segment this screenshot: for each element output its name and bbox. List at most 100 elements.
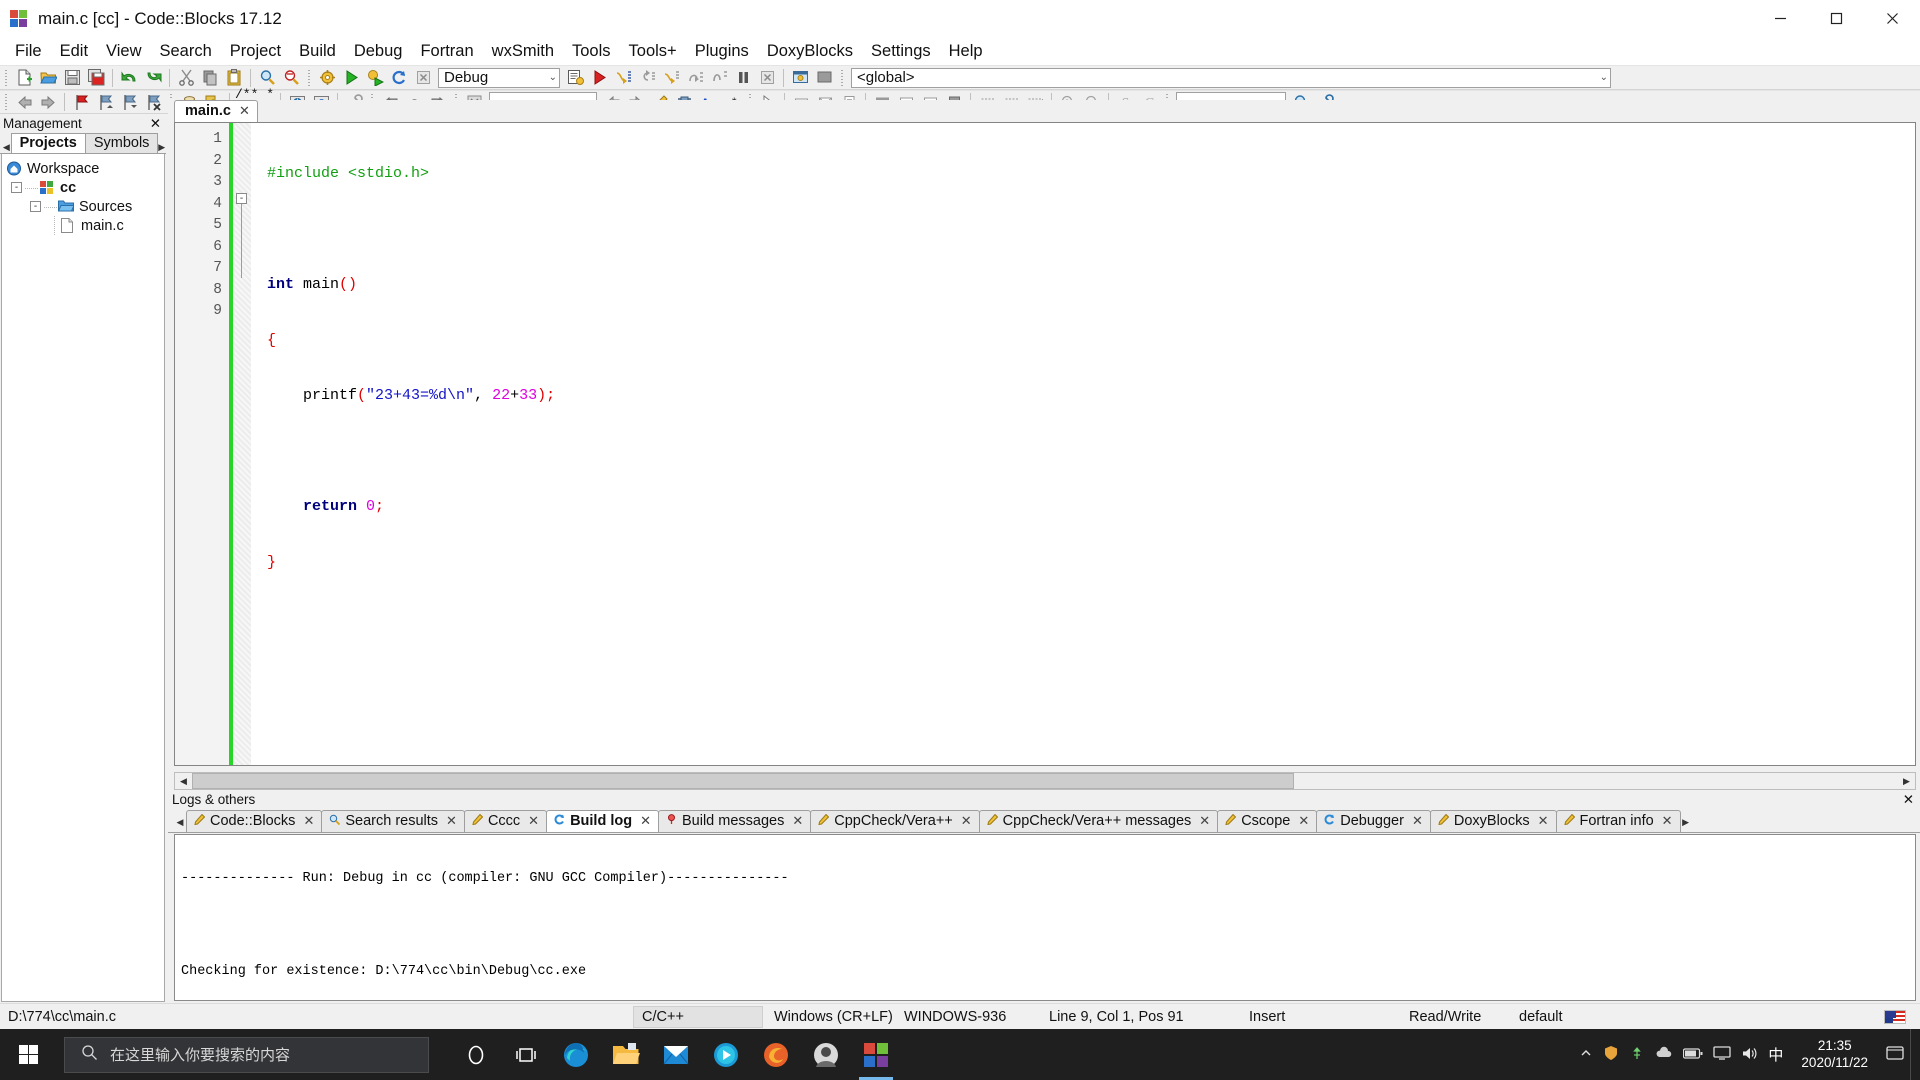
- find-icon[interactable]: [256, 67, 278, 88]
- next-bookmark-icon[interactable]: [118, 92, 140, 113]
- volume-icon[interactable]: [1741, 1046, 1758, 1064]
- save-all-icon[interactable]: [85, 67, 107, 88]
- cortana-icon[interactable]: [453, 1029, 499, 1080]
- menu-fortran[interactable]: Fortran: [411, 39, 482, 64]
- log-tab-debugger[interactable]: Debugger ✕: [1316, 810, 1431, 832]
- tab-projects[interactable]: Projects: [10, 133, 86, 153]
- tab-prev-arrow-icon[interactable]: ◀: [2, 142, 11, 153]
- close-icon[interactable]: ✕: [443, 813, 457, 829]
- expander-icon[interactable]: -: [11, 182, 22, 193]
- media-player-icon[interactable]: [703, 1029, 749, 1080]
- abort-icon[interactable]: [412, 67, 434, 88]
- editor-horizontal-scrollbar[interactable]: ◀ ▶: [174, 772, 1916, 790]
- toolbar-grip[interactable]: [305, 67, 313, 88]
- scroll-track[interactable]: [192, 773, 1898, 789]
- editor-frame[interactable]: 1 2 3 4 5 6 7 8 9 - #include <stdio.h> i…: [174, 122, 1916, 766]
- step-out-icon[interactable]: [636, 67, 658, 88]
- build-and-run-icon[interactable]: [364, 67, 386, 88]
- windows-start-icon[interactable]: [0, 1029, 58, 1080]
- log-tab-codeblocks[interactable]: Code::Blocks ✕: [186, 810, 323, 832]
- cut-icon[interactable]: [175, 67, 197, 88]
- menu-project[interactable]: Project: [221, 39, 290, 64]
- build-icon[interactable]: [316, 67, 338, 88]
- chevron-up-icon[interactable]: [1579, 1046, 1593, 1063]
- fold-margin[interactable]: -: [229, 123, 251, 765]
- tab-next-arrow-icon[interactable]: ▶: [1680, 817, 1692, 832]
- editor-tab-main-c[interactable]: main.c ✕: [174, 100, 258, 122]
- scroll-right-icon[interactable]: ▶: [1898, 773, 1915, 789]
- menu-tools-plus[interactable]: Tools+: [620, 39, 686, 64]
- menu-build[interactable]: Build: [290, 39, 345, 64]
- menu-edit[interactable]: Edit: [51, 39, 97, 64]
- ime-icon[interactable]: 中: [1768, 1044, 1783, 1065]
- usb-icon[interactable]: [1629, 1045, 1645, 1064]
- log-tab-doxyblocks[interactable]: DoxyBlocks ✕: [1429, 810, 1557, 832]
- file-explorer-icon[interactable]: [603, 1029, 649, 1080]
- cloud-icon[interactable]: [1655, 1046, 1673, 1063]
- menu-settings[interactable]: Settings: [862, 39, 940, 64]
- close-icon[interactable]: ✕: [239, 103, 250, 119]
- close-icon[interactable]: ✕: [1535, 813, 1549, 829]
- log-tab-cccc[interactable]: Cccc ✕: [463, 810, 548, 832]
- various-info-icon[interactable]: [813, 67, 835, 88]
- close-icon[interactable]: ✕: [1196, 813, 1210, 829]
- log-tab-cppcheck-vera[interactable]: CppCheck/Vera++ ✕: [810, 810, 980, 832]
- menu-wxsmith[interactable]: wxSmith: [483, 39, 563, 64]
- step-instruction-icon[interactable]: [708, 67, 730, 88]
- taskbar-search-input[interactable]: 在这里输入你要搜索的内容: [64, 1036, 429, 1073]
- toggle-bookmark-icon[interactable]: [70, 92, 92, 113]
- close-icon[interactable]: ✕: [1295, 813, 1309, 829]
- scope-combo[interactable]: <global> ⌄: [851, 67, 1611, 88]
- log-tab-search-results[interactable]: Search results ✕: [321, 810, 465, 832]
- close-icon[interactable]: ✕: [637, 813, 651, 829]
- log-tab-cscope[interactable]: Cscope ✕: [1217, 810, 1318, 832]
- tab-symbols[interactable]: Symbols: [84, 133, 159, 153]
- mail-icon[interactable]: [653, 1029, 699, 1080]
- menu-tools[interactable]: Tools: [563, 39, 620, 64]
- step-into-icon[interactable]: [612, 67, 634, 88]
- next-instruction-icon[interactable]: [684, 67, 706, 88]
- build-target-combo[interactable]: Debug ⌄: [438, 67, 560, 88]
- security-icon[interactable]: [1603, 1045, 1619, 1064]
- rebuild-icon[interactable]: [388, 67, 410, 88]
- minimize-button[interactable]: [1752, 0, 1808, 38]
- close-icon[interactable]: ✕: [150, 116, 161, 132]
- debugging-windows-icon[interactable]: [789, 67, 811, 88]
- previous-bookmark-icon[interactable]: [94, 92, 116, 113]
- toolbar-grip[interactable]: [838, 67, 846, 88]
- firefox-icon[interactable]: [753, 1029, 799, 1080]
- menu-view[interactable]: View: [97, 39, 150, 64]
- undo-icon[interactable]: [118, 67, 140, 88]
- copy-icon[interactable]: [199, 67, 221, 88]
- log-tab-build-log[interactable]: Build log ✕: [546, 810, 659, 832]
- tree-item-sources[interactable]: - Sources: [2, 197, 164, 216]
- menu-help[interactable]: Help: [940, 39, 992, 64]
- tree-item-workspace[interactable]: Workspace: [2, 159, 164, 178]
- task-view-icon[interactable]: [503, 1029, 549, 1080]
- show-desktop-button[interactable]: [1910, 1029, 1920, 1080]
- forward-icon[interactable]: [37, 92, 59, 113]
- redo-icon[interactable]: [142, 67, 164, 88]
- next-line-icon[interactable]: [660, 67, 682, 88]
- code-content[interactable]: #include <stdio.h> int main() { printf("…: [251, 123, 1915, 765]
- monitor-icon[interactable]: [1713, 1046, 1732, 1063]
- close-icon[interactable]: ✕: [958, 813, 972, 829]
- menu-plugins[interactable]: Plugins: [686, 39, 758, 64]
- codeblocks-icon[interactable]: [853, 1029, 899, 1080]
- expander-icon[interactable]: -: [30, 201, 41, 212]
- close-icon[interactable]: ✕: [525, 813, 539, 829]
- paste-icon[interactable]: [223, 67, 245, 88]
- log-tab-cppcheck-vera-messages[interactable]: CppCheck/Vera++ messages ✕: [978, 810, 1219, 832]
- menu-debug[interactable]: Debug: [345, 39, 412, 64]
- toolbar-grip[interactable]: [2, 67, 10, 88]
- new-file-icon[interactable]: [13, 67, 35, 88]
- menu-search[interactable]: Search: [151, 39, 221, 64]
- user-avatar-icon[interactable]: [803, 1029, 849, 1080]
- toolbar-grip[interactable]: [2, 92, 10, 112]
- menu-doxyblocks[interactable]: DoxyBlocks: [758, 39, 862, 64]
- debug-continue-icon[interactable]: [588, 67, 610, 88]
- maximize-button[interactable]: [1808, 0, 1864, 38]
- stop-debugger-icon[interactable]: [756, 67, 778, 88]
- close-button[interactable]: [1864, 0, 1920, 38]
- tree-item-project[interactable]: - cc: [2, 178, 164, 197]
